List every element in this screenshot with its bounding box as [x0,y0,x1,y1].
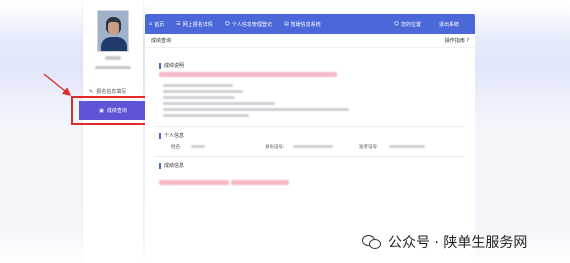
ticket-field-label: 准考证号: [359,145,379,150]
text-blurred [163,90,243,93]
person-icon: ☺ [393,20,399,27]
avatar [97,10,129,52]
main-content: 成绩查询 操作指南 ? 成绩说明 个人信息 姓名: 身份证号: 准考证号: 成绩… [145,34,475,263]
watermark: 公众号 · 陕单生服务网 [362,232,527,252]
section-marker [159,62,161,69]
text-blurred [163,102,275,105]
list-icon: ☰ [176,20,181,27]
nav-item-online-registration[interactable]: ☰ 网上报名详情 [176,21,213,28]
notice-blurred [159,72,337,77]
section-marker [159,132,161,139]
sidebar-item-score-query[interactable]: ▣ 成绩查询 [79,101,147,120]
nav-label: 首页 [154,21,165,28]
sidebar: ✎ 报名信息填写 [83,0,143,263]
help-link[interactable]: 操作指南 ? [445,37,469,44]
sidebar-item-label: 成绩查询 [106,108,127,114]
nav-item-deferral-system[interactable]: ▤ 暂缓信息系统 [284,21,321,28]
user-name-blurred [105,56,121,60]
nav-label: 个人信息管理登记 [231,21,272,28]
section-scores: 成绩信息 [159,162,184,169]
sidebar-item-registration[interactable]: ✎ 报名信息填写 [89,88,127,96]
top-navigation: ⌂ 首页 ☰ 网上报名详情 ☺ 个人信息管理登记 ▤ 暂缓信息系统 ☺ 您的位置… [145,14,475,34]
nav-item-location[interactable]: ☺ 您的位置 [394,21,421,28]
text-blurred [163,96,235,99]
page-title: 成绩查询 [151,38,172,44]
section-title: 个人信息 [164,133,185,139]
nav-label: 您的位置 [400,21,421,28]
section-title: 成绩说明 [164,63,185,69]
doc-icon: ▤ [283,20,289,27]
sidebar-item-label: 报名信息填写 [96,89,127,95]
section-result: 成绩说明 [159,62,184,69]
name-field-label: 姓名: [171,145,182,150]
text-blurred [163,114,249,117]
home-icon: ⌂ [149,20,153,27]
nav-label: 网上报名详情 [182,21,213,28]
divider [155,126,465,127]
user-id-blurred [95,66,131,69]
watermark-text: 公众号 · 陕单生服务网 [388,235,528,251]
score-icon: ▣ [99,107,104,114]
wechat-icon [362,234,382,250]
content-header: 成绩查询 操作指南 ? [145,34,475,48]
edit-icon: ✎ [89,88,94,95]
nav-item-home[interactable]: ⌂ 首页 [149,21,164,28]
text-blurred [163,108,349,111]
id-value-blurred [293,145,333,148]
score-blurred [159,180,229,185]
score-blurred [231,180,289,185]
nav-label: 退出系统 [438,21,459,28]
id-field-label: 身份证号: [265,145,285,150]
section-marker [159,162,161,169]
text-blurred [163,84,233,87]
name-value-blurred [191,145,205,148]
nav-item-personal-info[interactable]: ☺ 个人信息管理登记 [225,21,272,28]
section-personal: 个人信息 [159,132,184,139]
divider [155,156,465,157]
nav-label: 暂缓信息系统 [290,21,321,28]
logout-link[interactable]: 退出系统 [439,21,459,28]
ticket-value-blurred [389,145,425,148]
user-icon: ☺ [224,20,230,27]
section-title: 成绩信息 [164,163,185,169]
highlight-box: ▣ 成绩查询 [71,96,155,125]
